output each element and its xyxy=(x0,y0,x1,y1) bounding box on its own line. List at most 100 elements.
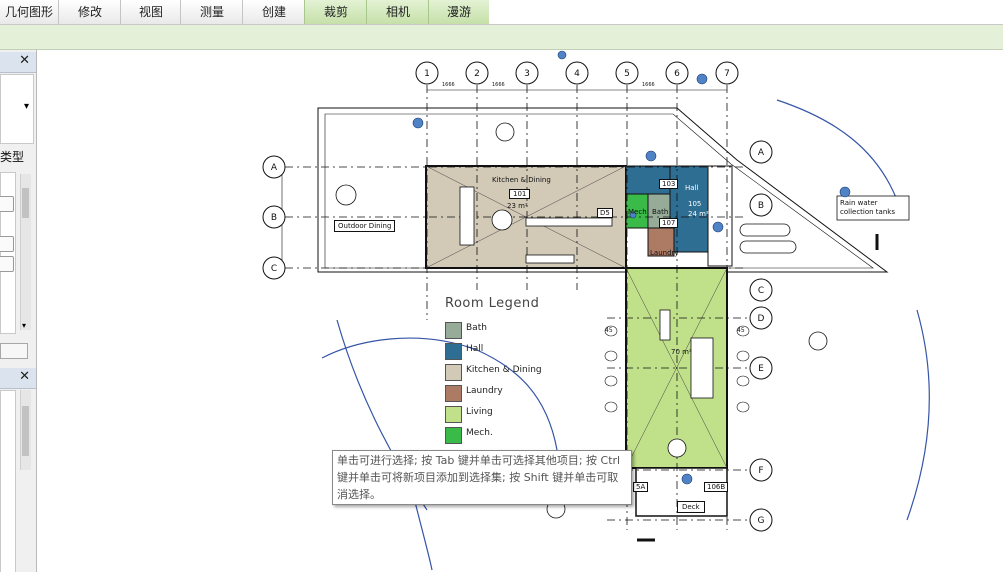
properties-panel-header: ✕ xyxy=(0,52,36,73)
grid-label: 4 xyxy=(574,69,580,79)
browser-scrollbar[interactable] xyxy=(20,390,31,470)
door-tag-label: 45 xyxy=(737,327,745,334)
legend-swatch xyxy=(445,322,462,339)
scrollbar-thumb[interactable] xyxy=(22,188,29,218)
room-name-laundry: Laundry xyxy=(650,249,679,257)
chevron-down-icon[interactable]: ▾ xyxy=(24,101,29,112)
tab-label: 创建 xyxy=(261,5,286,19)
grid-label: 1 xyxy=(424,69,430,79)
type-label: 类型 xyxy=(0,150,25,164)
grid-label: 3 xyxy=(524,69,530,79)
grid-label: F xyxy=(758,466,763,476)
tab-label: 视图 xyxy=(138,5,163,19)
tab-measure[interactable]: 测量 xyxy=(180,0,243,24)
room-name-bath: Bath xyxy=(652,208,669,216)
tab-label: 测量 xyxy=(199,5,224,19)
legend-swatch xyxy=(445,343,462,360)
kitchen-counter xyxy=(525,217,613,227)
legend-label: Hall xyxy=(466,344,484,354)
ribbon-panel-strip xyxy=(0,25,1003,50)
room-area: 23 m² xyxy=(507,202,528,210)
property-field[interactable] xyxy=(0,196,14,212)
room-name-deck: Deck xyxy=(677,501,705,513)
dimension-text: 1666 xyxy=(492,82,505,88)
apply-button[interactable] xyxy=(0,343,28,359)
grid-label: B xyxy=(271,213,277,223)
property-field[interactable] xyxy=(0,236,14,252)
site-arc xyxy=(776,99,898,201)
grid-label: G xyxy=(758,516,765,526)
grid-label: C xyxy=(271,264,277,274)
legend-swatch xyxy=(445,385,462,402)
tab-label: 裁剪 xyxy=(323,5,348,19)
project-browser-header: ✕ xyxy=(0,368,36,389)
close-icon[interactable]: ✕ xyxy=(19,369,30,384)
tab-view[interactable]: 视图 xyxy=(120,0,181,24)
scroll-down-icon[interactable]: ▾ xyxy=(22,321,26,330)
legend-label: Kitchen & Dining xyxy=(466,365,542,375)
project-browser-tree[interactable] xyxy=(0,390,16,572)
properties-scrollbar[interactable]: ▾ xyxy=(20,174,31,330)
room-name-hall: Hall xyxy=(685,184,699,192)
room-area: 70 m² xyxy=(671,348,692,356)
grid-label: D xyxy=(758,314,765,324)
grid-label: 5 xyxy=(624,69,630,79)
grid-label: 2 xyxy=(474,69,480,79)
properties-panel: ✕ ▾ 类型 ⌃ ▾ ✕ xyxy=(0,50,37,572)
tab-label: 相机 xyxy=(385,5,410,19)
rain-water-note: Rain water collection tanks xyxy=(840,199,895,216)
door-tag: 103 xyxy=(659,179,679,189)
selection-tooltip: 单击可进行选择; 按 Tab 键并单击可选择其他项目; 按 Ctrl 键并单击可… xyxy=(332,450,632,505)
scrollbar-thumb[interactable] xyxy=(22,406,29,456)
close-icon[interactable]: ✕ xyxy=(19,53,30,68)
legend-title: Room Legend xyxy=(445,296,540,311)
room-number-tag: 101 xyxy=(509,189,531,199)
dimension-text: 1666 xyxy=(642,82,655,88)
outdoor-dining-label: Outdoor Dining xyxy=(334,220,396,232)
grid-label: A xyxy=(758,148,765,158)
room-name-mech: Mech xyxy=(628,208,647,216)
tab-modify[interactable]: 修改 xyxy=(58,0,121,24)
round-column xyxy=(667,438,687,458)
site-arc xyxy=(906,309,930,521)
grid-label: A xyxy=(271,163,278,173)
room-area: 24 m² xyxy=(688,210,709,218)
door-tag: 105 xyxy=(688,200,702,208)
furniture xyxy=(659,309,671,341)
round-column xyxy=(491,209,513,231)
door-tag: 106B xyxy=(704,482,729,492)
grid-label: E xyxy=(758,364,764,374)
legend-label: Laundry xyxy=(466,386,503,396)
tab-label: 漫游 xyxy=(446,5,471,19)
property-field[interactable] xyxy=(0,256,14,272)
door-tag: 5A xyxy=(633,482,649,492)
legend-label: Living xyxy=(466,407,493,417)
legend-swatch xyxy=(445,427,462,444)
legend-label: Bath xyxy=(466,323,487,333)
rain-tank xyxy=(739,223,791,237)
grid-label: B xyxy=(758,201,764,211)
site-arc xyxy=(321,337,558,451)
ribbon-tab-bar: 几何图形 修改 视图 测量 创建 裁剪 相机 漫游 xyxy=(0,0,1003,25)
dimension-text: 1666 xyxy=(442,82,455,88)
room-name-kitchen: Kitchen & Dining xyxy=(492,176,551,184)
tab-camera[interactable]: 相机 xyxy=(366,0,429,24)
grid-label: 7 xyxy=(724,69,730,79)
tab-geometry[interactable]: 几何图形 xyxy=(0,0,58,24)
tab-create[interactable]: 创建 xyxy=(242,0,305,24)
grid-label: C xyxy=(758,286,764,296)
dining-table xyxy=(459,186,475,246)
door-tag: D5 xyxy=(597,208,613,218)
tab-walkthrough[interactable]: 漫游 xyxy=(428,0,489,24)
sofa xyxy=(690,337,714,399)
tab-label: 几何图形 xyxy=(4,5,53,19)
type-selector[interactable]: ▾ xyxy=(0,74,34,144)
door-tag-label: 45 xyxy=(605,327,613,334)
tab-label: 修改 xyxy=(77,5,102,19)
legend-swatch xyxy=(445,364,462,381)
kitchen-counter xyxy=(525,254,575,264)
legend-label: Mech. xyxy=(466,428,493,438)
grid-label: 6 xyxy=(674,69,680,79)
tab-crop[interactable]: 裁剪 xyxy=(304,0,367,24)
legend-swatch xyxy=(445,406,462,423)
